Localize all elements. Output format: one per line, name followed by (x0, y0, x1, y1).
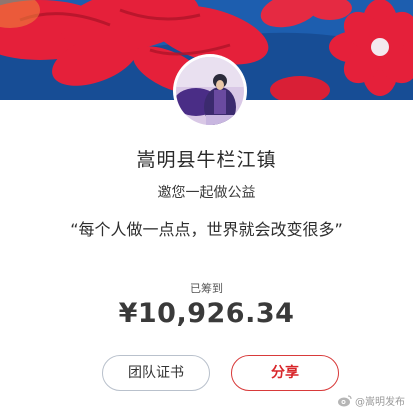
avatar (173, 54, 247, 128)
avatar-image (176, 57, 244, 125)
watermark: @嵩明发布 (338, 393, 405, 408)
invite-subtitle: 邀您一起做公益 (157, 185, 256, 201)
weibo-icon (338, 394, 352, 407)
slogan-text: “每个人做一点点，世界就会改变很多” (70, 220, 343, 239)
charity-card: 嵩明县牛栏江镇 邀您一起做公益 “每个人做一点点，世界就会改变很多” 已筹到 ¥… (0, 0, 413, 414)
share-button[interactable]: 分享 (231, 355, 339, 391)
raised-amount: ¥10,926.34 (118, 298, 295, 329)
raised-label: 已筹到 (190, 282, 223, 295)
page-title: 嵩明县牛栏江镇 (136, 149, 277, 171)
watermark-text: @嵩明发布 (355, 397, 405, 408)
team-certificate-button[interactable]: 团队证书 (102, 355, 210, 391)
